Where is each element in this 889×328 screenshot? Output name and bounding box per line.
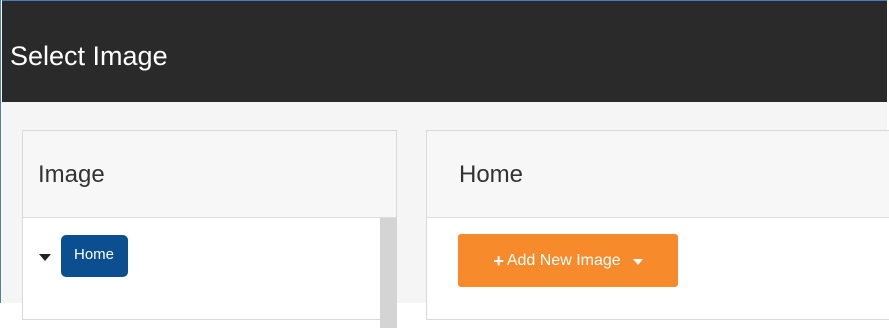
add-new-image-button[interactable]: + Add New Image	[458, 234, 678, 287]
dialog-titlebar: Select Image	[2, 0, 887, 102]
tree-node-home-label[interactable]: Home	[61, 235, 129, 277]
tree-node-home[interactable]: Home	[39, 234, 129, 278]
caret-down-icon[interactable]	[39, 253, 51, 261]
select-image-dialog: Select Image Image Home Home + Add New I…	[0, 0, 889, 328]
folder-content-panel-title: Home	[459, 161, 524, 188]
folder-content-panel-heading: Home	[427, 131, 889, 218]
plus-icon: +	[493, 251, 504, 271]
tree-scrollbar[interactable]	[380, 218, 397, 328]
folder-content-panel: Home + Add New Image	[426, 130, 889, 320]
image-tree-panel: Image Home	[22, 130, 397, 328]
image-tree-panel-heading: Image	[23, 131, 396, 218]
add-new-image-label: Add New Image	[506, 252, 621, 269]
chevron-down-icon	[632, 259, 643, 265]
dialog-title: Select Image	[10, 41, 168, 71]
dialog-body: Image Home Home + Add New Image	[2, 102, 889, 328]
image-tree-panel-title: Image	[38, 161, 105, 188]
